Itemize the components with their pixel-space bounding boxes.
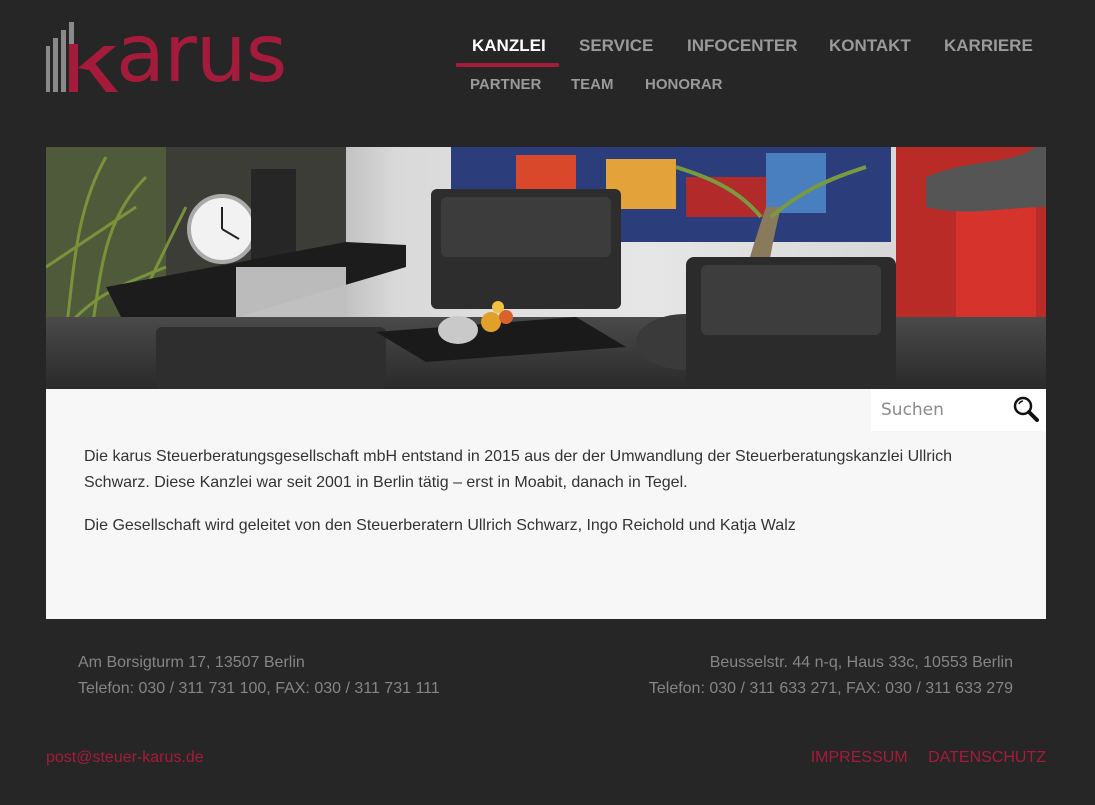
subnav-team[interactable]: TEAM [571,76,614,93]
office-beusselstr: Beusselstr. 44 n-q, Haus 33c, 10553 Berl… [649,650,1013,702]
nav-karriere[interactable]: KARRIERE [944,36,1033,68]
karus-logo[interactable]: arus [46,7,298,100]
logo-text: arus [116,7,287,100]
office-lounge-illustration [46,147,1046,389]
search-box [871,389,1046,431]
intro-paragraph: Die karus Steuerberatungsgesellschaft mb… [84,448,953,491]
impressum-link[interactable]: IMPRESSUM [811,749,908,766]
nav-infocenter[interactable]: INFOCENTER [687,36,798,68]
subnav-partner[interactable]: PARTNER [470,76,541,93]
subnav-honorar[interactable]: HONORAR [645,76,723,93]
nav-service[interactable]: SERVICE [579,36,653,68]
nav-kanzlei[interactable]: KANZLEI [472,36,546,68]
datenschutz-link[interactable]: DATENSCHUTZ [928,749,1046,766]
office-borsigturm: Am Borsigturm 17, 13507 Berlin Telefon: … [78,650,440,702]
office-left-phone: Telefon: 030 / 311 731 100, FAX: 030 / 3… [78,680,440,697]
management-paragraph: Die Gesellschaft wird geleitet von den S… [84,517,796,534]
content-panel: Die karus Steuerberatungsgesellschaft mb… [46,389,1046,619]
footer-email-link[interactable]: post@steuer-karus.de [46,749,204,767]
office-right-address: Beusselstr. 44 n-q, Haus 33c, 10553 Berl… [709,654,1013,671]
hero-image [46,147,1046,389]
footer-links: IMPRESSUM DATENSCHUTZ [795,749,1046,767]
search-input[interactable] [881,398,1006,422]
nav-kontakt[interactable]: KONTAKT [829,36,911,68]
office-right-phone: Telefon: 030 / 311 633 271, FAX: 030 / 3… [648,680,1013,697]
office-left-address: Am Borsigturm 17, 13507 Berlin [78,654,305,671]
magnifier-icon[interactable] [1012,395,1040,423]
